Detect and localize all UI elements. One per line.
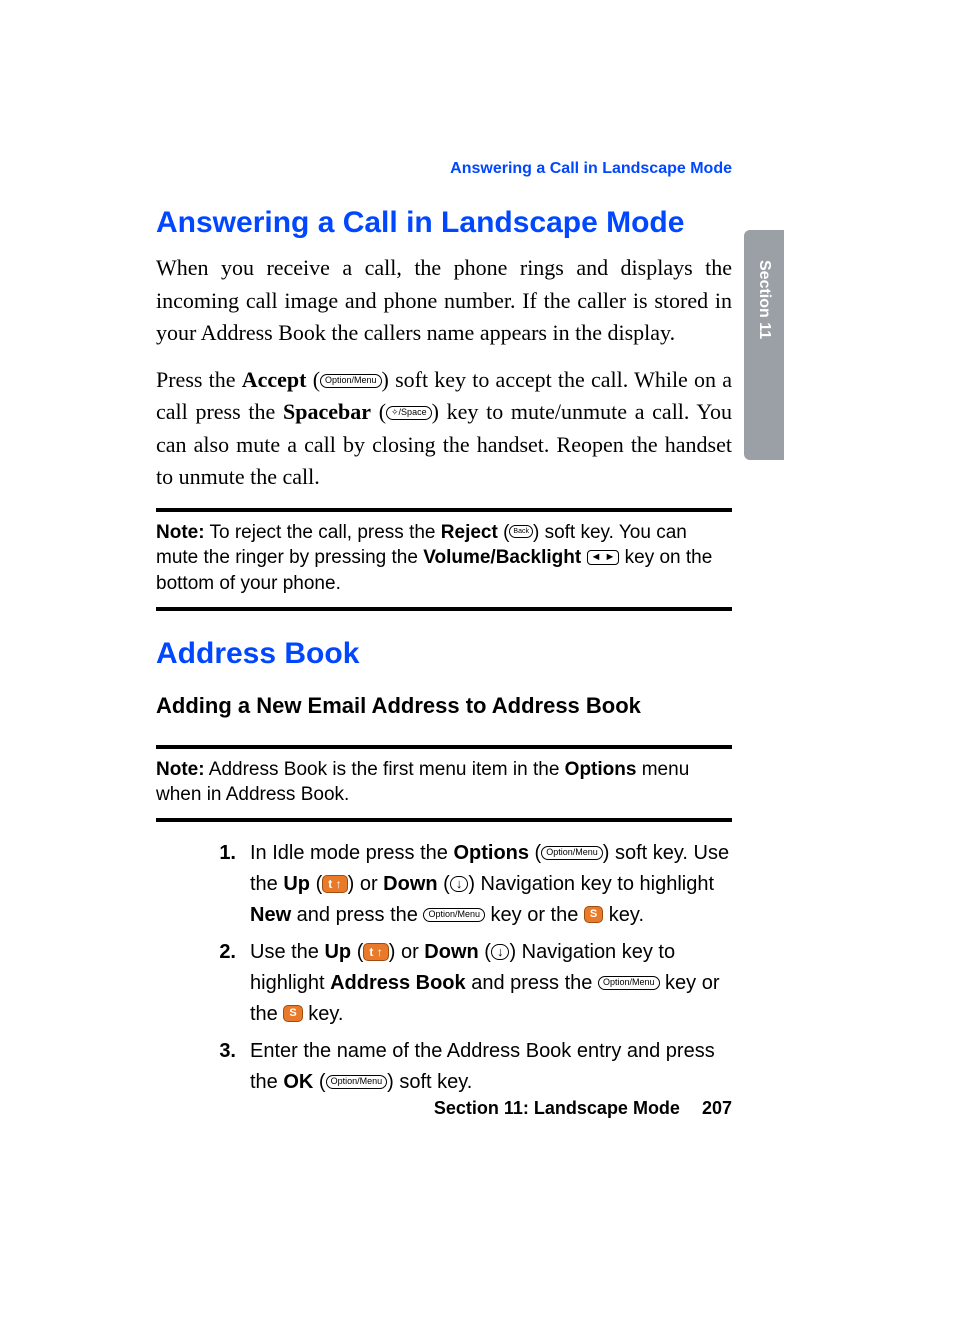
option-menu-key-icon: Option/Menu: [423, 908, 485, 922]
s-key-icon: S: [283, 1005, 302, 1022]
heading-answering-call: Answering a Call in Landscape Mode: [156, 206, 732, 240]
up-label: Up: [283, 873, 310, 895]
options-label: Options: [453, 842, 529, 864]
s-key-icon: S: [584, 906, 603, 923]
footer-section-label: Section 11: Landscape Mode: [434, 1098, 680, 1118]
text-fragment: key or the: [485, 904, 584, 926]
step-number: 3.: [156, 1036, 250, 1098]
paren: ): [432, 399, 439, 424]
page-number: 207: [702, 1098, 732, 1118]
text-fragment: Use the: [250, 941, 324, 963]
steps-list: 1. In Idle mode press the Options (Optio…: [156, 838, 732, 1098]
note-label: Note:: [156, 522, 205, 543]
text-fragment: soft key.: [394, 1071, 473, 1093]
option-menu-key-icon: Option/Menu: [326, 1075, 388, 1089]
text-fragment: Press the: [156, 367, 242, 392]
step-text: Enter the name of the Address Book entry…: [250, 1036, 732, 1098]
left-right-key-icon: ◄ ►: [587, 550, 620, 565]
step-number: 1.: [156, 838, 250, 931]
text-fragment: or: [354, 873, 383, 895]
note-label: Note:: [156, 759, 205, 780]
new-label: New: [250, 904, 291, 926]
heading-address-book: Address Book: [156, 637, 732, 671]
step-text: Use the Up (t ↑) or Down (↓) Navigation …: [250, 937, 732, 1030]
running-header: Answering a Call in Landscape Mode: [156, 160, 732, 178]
down-key-icon: ↓: [491, 944, 510, 960]
text-fragment: key.: [603, 904, 644, 926]
text-fragment: In Idle mode press the: [250, 842, 453, 864]
section-tab-label: Section 11: [755, 260, 773, 339]
note-rule-bottom: [156, 607, 732, 611]
page-footer: Section 11: Landscape Mode 207: [156, 1098, 732, 1119]
text-fragment: Address Book is the first menu item in t…: [205, 759, 565, 780]
step-3: 3. Enter the name of the Address Book en…: [156, 1036, 732, 1098]
note-rule-bottom-2: [156, 818, 732, 822]
section-tab: Section 11: [744, 230, 784, 460]
ok-label: OK: [283, 1071, 313, 1093]
step-text: In Idle mode press the Options (Option/M…: [250, 838, 732, 931]
address-book-label: Address Book: [330, 972, 466, 994]
space-key-icon: ✧/Space: [386, 406, 432, 420]
back-key-icon: Back: [509, 525, 533, 538]
up-key-icon: t ↑: [363, 943, 388, 961]
intro-paragraph: When you receive a call, the phone rings…: [156, 252, 732, 350]
option-menu-key-icon: Option/Menu: [320, 374, 382, 388]
reject-label: Reject: [441, 522, 498, 543]
paren: (: [313, 367, 320, 392]
text-fragment: and press the: [466, 972, 598, 994]
note-address-book-menu: Note: Address Book is the first menu ite…: [156, 749, 732, 818]
option-menu-key-icon: Option/Menu: [541, 846, 603, 860]
up-label: Up: [324, 941, 351, 963]
spacebar-label: Spacebar: [283, 399, 371, 424]
step-number: 2.: [156, 937, 250, 1030]
down-label: Down: [383, 873, 437, 895]
option-menu-key-icon: Option/Menu: [598, 976, 660, 990]
text-fragment: and press the: [291, 904, 423, 926]
text-fragment: Enter the name of the Address Book entry…: [250, 1040, 715, 1093]
accept-instructions-paragraph: Press the Accept (Option/Menu) soft key …: [156, 364, 732, 494]
accept-label: Accept: [242, 367, 307, 392]
note-reject-call: Note: To reject the call, press the Reje…: [156, 512, 732, 607]
options-label: Options: [565, 759, 637, 780]
text-fragment: or: [395, 941, 424, 963]
text-fragment: key.: [303, 1003, 344, 1025]
paren: ): [382, 367, 389, 392]
volume-backlight-label: Volume/Backlight: [423, 547, 581, 568]
step-1: 1. In Idle mode press the Options (Optio…: [156, 838, 732, 931]
step-2: 2. Use the Up (t ↑) or Down (↓) Navigati…: [156, 937, 732, 1030]
text-fragment: To reject the call, press the: [205, 522, 441, 543]
paren: (: [379, 399, 386, 424]
down-label: Down: [424, 941, 478, 963]
text-fragment: Navigation key to highlight: [475, 873, 714, 895]
subheading-add-email: Adding a New Email Address to Address Bo…: [156, 693, 732, 719]
down-key-icon: ↓: [450, 876, 469, 892]
up-key-icon: t ↑: [322, 875, 347, 893]
